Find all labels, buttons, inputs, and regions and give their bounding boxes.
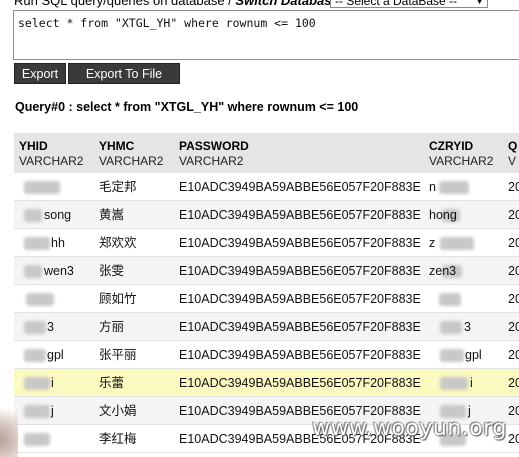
export-to-file-button[interactable]: Export To File <box>68 63 180 84</box>
redacted-mask <box>24 321 46 334</box>
redacted-mask <box>24 265 42 278</box>
table-row: wen3 张雯 E10ADC3949BA59ABBE56E057F20F883E… <box>14 257 519 285</box>
redacted-mask <box>440 237 474 250</box>
column-header-password[interactable]: PASSWORD VARCHAR2 <box>179 139 249 169</box>
decorative-corner <box>0 400 18 457</box>
table-row: 毛定邦 E10ADC3949BA59ABBE56E057F20F883E n 2… <box>14 173 519 201</box>
redacted-mask <box>440 349 464 362</box>
redacted-mask <box>24 349 46 362</box>
redacted-mask <box>24 405 50 418</box>
database-select[interactable]: -- Select a DataBase -- ▼ <box>330 0 488 8</box>
column-header-yhid[interactable]: YHID VARCHAR2 <box>19 139 83 169</box>
redacted-mask <box>439 181 469 194</box>
export-button[interactable]: Export <box>14 63 66 84</box>
table-row: gpl 张平丽 E10ADC3949BA59ABBE56E057F20F883E… <box>14 341 519 369</box>
chevron-down-icon: ▼ <box>475 0 484 6</box>
redacted-mask <box>24 209 42 222</box>
column-header-czryid[interactable]: CZRYID VARCHAR2 <box>429 139 493 169</box>
table-header: YHID VARCHAR2 YHMC VARCHAR2 PASSWORD VARCHA… <box>14 133 519 173</box>
table-row: 顾如竹 E10ADC3949BA59ABBE56E057F20F883E 20 <box>14 285 519 313</box>
redacted-mask <box>440 377 468 390</box>
redacted-mask <box>24 433 50 446</box>
table-row-highlighted: i 乐蕾 E10ADC3949BA59ABBE56E057F20F883E i … <box>14 369 519 397</box>
table-row: 3 方丽 E10ADC3949BA59ABBE56E057F20F883E 3 … <box>14 313 519 341</box>
table-row: hh 郑欢欢 E10ADC3949BA59ABBE56E057F20F883E … <box>14 229 519 257</box>
results-table: YHID VARCHAR2 YHMC VARCHAR2 PASSWORD VARCHA… <box>14 133 519 457</box>
watermark: www.wooyun.org <box>312 416 507 441</box>
column-header-q[interactable]: QV <box>508 139 517 169</box>
redacted-mask <box>439 293 461 306</box>
database-select-value: -- Select a DataBase -- <box>335 0 458 8</box>
redacted-mask <box>440 321 462 334</box>
run-sql-label: Run SQL query/queries on database / <box>14 0 232 8</box>
query-title: Query#0 : select * from "XTGL_YH" where … <box>15 100 359 114</box>
redacted-mask <box>26 293 54 306</box>
table-row: song 黄嵩 E10ADC3949BA59ABBE56E057F20F883E… <box>14 201 519 229</box>
sql-query-input[interactable]: select * from "XTGL_YH" where rownum <= … <box>13 10 519 60</box>
redacted-mask <box>24 181 60 194</box>
redacted-mask <box>24 377 50 390</box>
redacted-mask <box>24 237 50 250</box>
column-header-yhmc[interactable]: YHMC VARCHAR2 <box>99 139 163 169</box>
